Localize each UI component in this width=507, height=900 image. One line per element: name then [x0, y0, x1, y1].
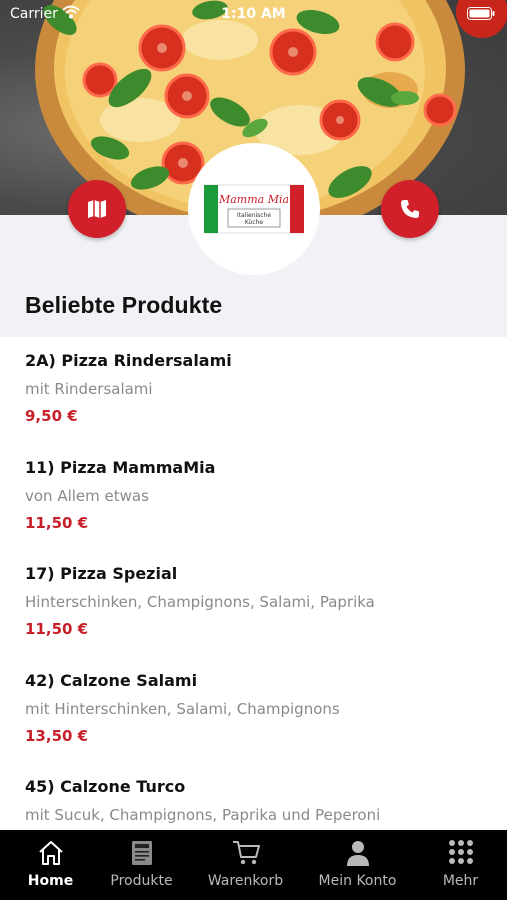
status-bar: Carrier 1:10 AM	[0, 0, 507, 30]
svg-text:Mamma Mia: Mamma Mia	[218, 193, 289, 206]
tab-label: Mehr	[442, 873, 479, 889]
product-description: mit Rindersalami	[25, 380, 153, 398]
menu-icon	[131, 841, 152, 865]
product-description: mit Sucuk, Champignons, Paprika und Pepe…	[25, 806, 381, 824]
home-icon	[38, 841, 63, 865]
product-item[interactable]: 45) Calzone Turco mit Sucuk, Champignons…	[25, 763, 495, 830]
product-item[interactable]: 11) Pizza MammaMia von Allem etwas 11,50…	[25, 444, 495, 539]
map-button[interactable]	[68, 180, 126, 238]
tab-produkte[interactable]: Produkte	[91, 830, 192, 900]
product-description: mit Hinterschinken, Salami, Champignons	[25, 700, 340, 718]
restaurant-logo: Mamma Mia Italienische Küche	[188, 143, 320, 275]
product-price: 11,50 €	[25, 620, 89, 638]
product-item[interactable]: 2A) Pizza Rindersalami mit Rindersalami …	[25, 337, 495, 432]
product-name: 17) Pizza Spezial	[25, 564, 178, 583]
grid-icon	[448, 840, 473, 864]
tab-bar: Home Produkte Warenkorb Mein Konto Mehr	[0, 830, 507, 900]
product-name: 11) Pizza MammaMia	[25, 458, 216, 477]
tab-label: Mein Konto	[318, 873, 397, 889]
product-price: 9,50 €	[25, 407, 78, 425]
section-title: Beliebte Produkte	[25, 292, 223, 318]
product-price: 13,50 €	[25, 727, 89, 745]
tab-home[interactable]: Home	[0, 830, 101, 900]
tab-label: Home	[27, 873, 74, 889]
tab-mein-konto[interactable]: Mein Konto	[307, 830, 408, 900]
phone-icon	[401, 200, 419, 218]
product-price: 11,50 €	[25, 514, 89, 532]
tab-warenkorb[interactable]: Warenkorb	[195, 830, 296, 900]
product-item[interactable]: 17) Pizza Spezial Hinterschinken, Champi…	[25, 550, 495, 645]
tab-label: Warenkorb	[207, 873, 284, 889]
product-description: Hinterschinken, Champignons, Salami, Pap…	[25, 593, 375, 611]
cart-icon	[232, 841, 260, 865]
status-time: 1:10 AM	[221, 6, 286, 22]
phone-button[interactable]	[381, 180, 439, 238]
product-item[interactable]: 42) Calzone Salami mit Hinterschinken, S…	[25, 657, 495, 752]
product-description: von Allem etwas	[25, 487, 149, 505]
tab-label: Produkte	[110, 873, 173, 889]
product-name: 42) Calzone Salami	[25, 671, 198, 690]
battery-icon	[467, 7, 495, 20]
product-name: 45) Calzone Turco	[25, 777, 186, 796]
svg-text:Italienische: Italienische	[237, 212, 272, 219]
svg-text:Küche: Küche	[245, 219, 264, 226]
product-name: 2A) Pizza Rindersalami	[25, 351, 232, 370]
map-icon	[88, 200, 106, 218]
user-icon	[346, 841, 369, 866]
product-list[interactable]: 2A) Pizza Rindersalami mit Rindersalami …	[0, 337, 507, 830]
logo-image: Mamma Mia Italienische Küche	[204, 184, 304, 234]
tab-mehr[interactable]: Mehr	[410, 830, 507, 900]
